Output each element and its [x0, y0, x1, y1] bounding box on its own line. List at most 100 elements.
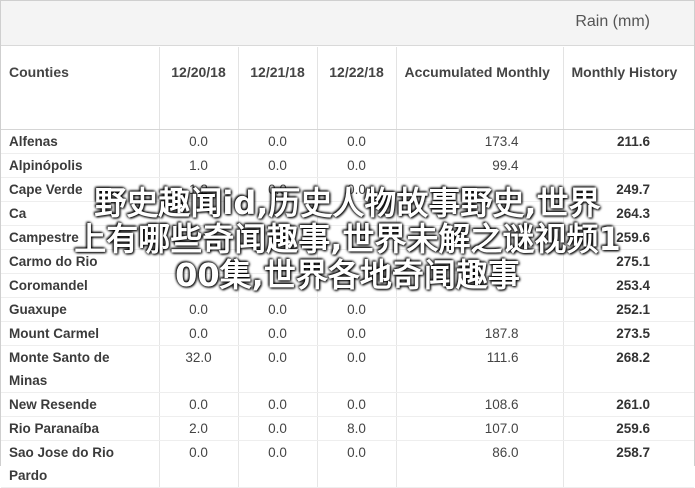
accumulated-cell [396, 225, 564, 250]
date-3-cell: 8.0 [317, 416, 397, 441]
history-cell: 261.0 [563, 392, 694, 417]
history-cell [563, 153, 694, 178]
date-3-cell [317, 201, 397, 226]
history-cell: 253.4 [563, 273, 694, 298]
date-3-cell: 0.0 [317, 345, 397, 393]
date-3-cell: 0.0 [317, 177, 397, 202]
table-row: Alfenas 0.0 0.0 0.0 173.4 211.6 [1, 129, 694, 154]
table-row: Sao Jose do Rio Pardo 0.0 0.0 0.0 86.0 258.7 [1, 440, 694, 488]
column-header-counties[interactable]: Counties [1, 47, 160, 130]
date-2-cell: 0.0 [238, 153, 318, 178]
table-row: Coromandel 253.4 [1, 273, 694, 298]
history-cell: 211.6 [563, 129, 694, 154]
date-2-cell [238, 225, 318, 250]
county-cell: New Resende [1, 392, 160, 417]
column-header-accumulated[interactable]: Accumulated Monthly [396, 47, 564, 130]
county-cell: Monte Santo de Minas [1, 345, 160, 393]
date-2-cell: 0.0 [238, 321, 318, 346]
rain-table-panel: Rain (mm) Counties 12/20/18 12/21/18 12/… [0, 0, 695, 488]
accumulated-cell [396, 273, 564, 298]
county-cell: Rio Paranaíba [1, 416, 160, 441]
date-3-cell: 0.0 [317, 153, 397, 178]
date-1-cell: 1.0 [159, 153, 239, 178]
date-3-cell: 0.0 [317, 297, 397, 322]
history-cell: 259.6 [563, 225, 694, 250]
date-1-cell [159, 249, 239, 274]
date-2-cell: 0.0 [238, 416, 318, 441]
accumulated-cell: 108.6 [396, 392, 564, 417]
date-1-cell: 32.0 [159, 345, 239, 393]
date-1-cell: 1.2 [159, 177, 239, 202]
county-cell: Ca [1, 201, 160, 226]
accumulated-cell: 173.4 [396, 129, 564, 154]
history-cell: 268.2 [563, 345, 694, 393]
table-row: Carmo do Rio 275.1 [1, 249, 694, 274]
date-1-cell [159, 273, 239, 298]
table-row: Guaxupe 0.0 0.0 0.0 252.1 [1, 297, 694, 322]
date-2-cell [238, 201, 318, 226]
date-2-cell [238, 249, 318, 274]
county-cell: Sao Jose do Rio Pardo [1, 440, 160, 488]
history-cell: 273.5 [563, 321, 694, 346]
date-2-cell [238, 273, 318, 298]
date-2-cell: 0.0 [238, 129, 318, 154]
unit-label: Rain (mm) [575, 13, 650, 30]
county-cell: Coromandel [1, 273, 160, 298]
date-2-cell: 0.0 [238, 440, 318, 488]
accumulated-cell [396, 177, 564, 202]
table-header-row: Counties 12/20/18 12/21/18 12/22/18 Accu… [1, 47, 694, 130]
accumulated-cell [396, 201, 564, 226]
date-2-cell: 0.0 [238, 297, 318, 322]
table-row: Rio Paranaíba 2.0 0.0 8.0 107.0 259.6 [1, 416, 694, 441]
county-cell: Mount Carmel [1, 321, 160, 346]
county-cell: Guaxupe [1, 297, 160, 322]
county-cell: Alpinópolis [1, 153, 160, 178]
county-cell: Cape Verde [1, 177, 160, 202]
date-1-cell: 0.0 [159, 440, 239, 488]
date-2-cell: 0.0 [238, 392, 318, 417]
date-1-cell: 2.0 [159, 416, 239, 441]
table-row: Alpinópolis 1.0 0.0 0.0 99.4 [1, 153, 694, 178]
history-cell: 264.3 [563, 201, 694, 226]
table-row: Campestre 259.6 [1, 225, 694, 250]
column-header-date-2[interactable]: 12/21/18 [238, 47, 318, 130]
history-cell: 275.1 [563, 249, 694, 274]
table-row: Monte Santo de Minas 32.0 0.0 0.0 111.6 268.2 [1, 345, 694, 393]
accumulated-cell: 187.8 [396, 321, 564, 346]
accumulated-cell: 111.6 [396, 345, 564, 393]
table-row: Cape Verde 1.2 0.0 0.0 249.7 [1, 177, 694, 202]
date-1-cell: 0.0 [159, 321, 239, 346]
accumulated-cell: 99.4 [396, 153, 564, 178]
county-cell: Carmo do Rio [1, 249, 160, 274]
date-3-cell [317, 273, 397, 298]
table-row: New Resende 0.0 0.0 0.0 108.6 261.0 [1, 392, 694, 417]
date-2-cell: 0.0 [238, 177, 318, 202]
date-1-cell: 0.0 [159, 297, 239, 322]
accumulated-cell [396, 249, 564, 274]
county-cell: Alfenas [1, 129, 160, 154]
history-cell: 259.6 [563, 416, 694, 441]
column-header-date-3[interactable]: 12/22/18 [317, 47, 397, 130]
date-3-cell [317, 249, 397, 274]
date-1-cell: 0.0 [159, 392, 239, 417]
history-cell: 258.7 [563, 440, 694, 488]
history-cell: 249.7 [563, 177, 694, 202]
date-3-cell: 0.0 [317, 440, 397, 488]
table-row: Ca 264.3 [1, 201, 694, 226]
column-header-date-1[interactable]: 12/20/18 [159, 47, 239, 130]
date-3-cell: 0.0 [317, 129, 397, 154]
column-header-history[interactable]: Monthly History [563, 47, 694, 130]
date-1-cell [159, 201, 239, 226]
accumulated-cell: 107.0 [396, 416, 564, 441]
accumulated-cell: 86.0 [396, 440, 564, 488]
history-cell: 252.1 [563, 297, 694, 322]
date-2-cell: 0.0 [238, 345, 318, 393]
accumulated-cell [396, 297, 564, 322]
date-1-cell: 0.0 [159, 129, 239, 154]
panel-header: Rain (mm) [1, 1, 694, 46]
county-cell: Campestre [1, 225, 160, 250]
date-3-cell [317, 225, 397, 250]
date-3-cell: 0.0 [317, 321, 397, 346]
rain-table: Counties 12/20/18 12/21/18 12/22/18 Accu… [1, 47, 694, 488]
date-3-cell: 0.0 [317, 392, 397, 417]
